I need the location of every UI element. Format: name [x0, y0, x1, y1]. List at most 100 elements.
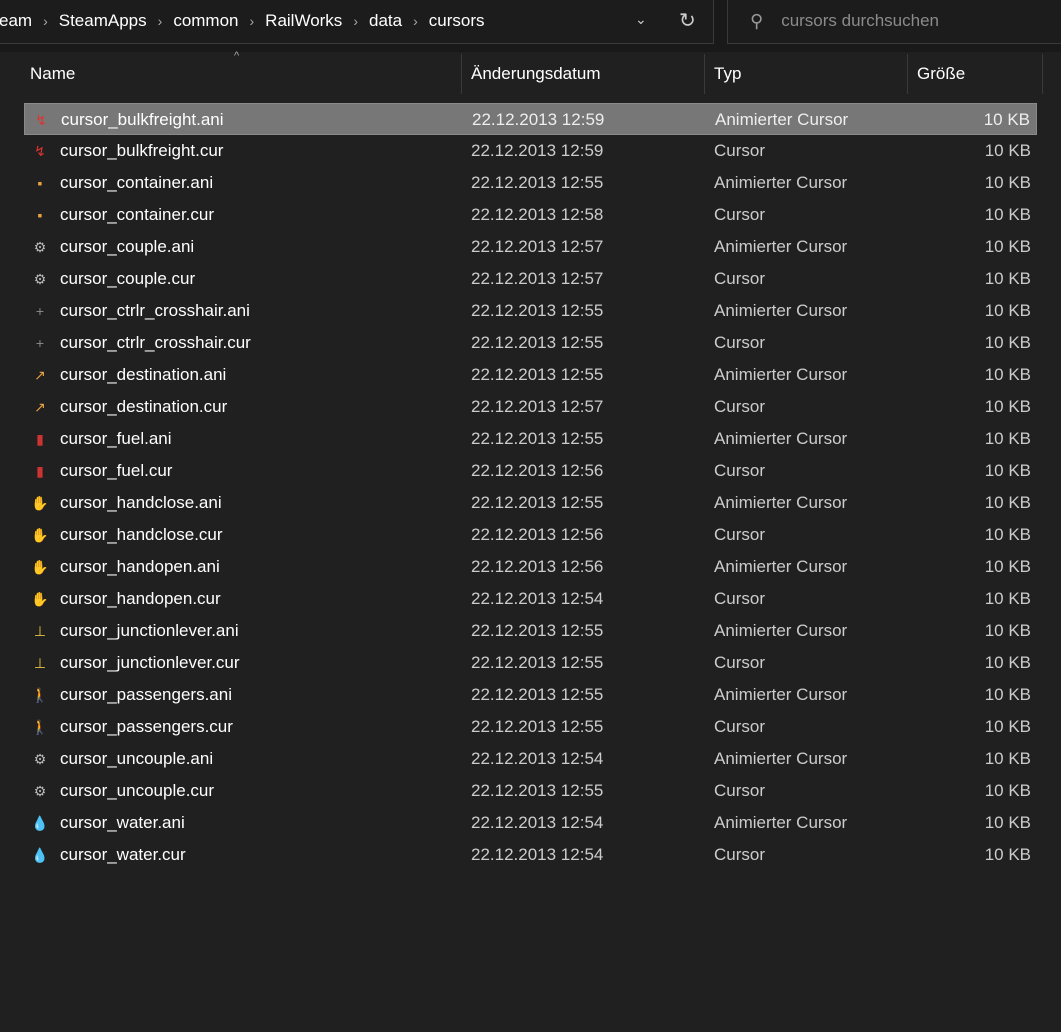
file-row[interactable]: ▪ cursor_container.ani 22.12.2013 12:55 … — [24, 167, 1037, 199]
column-size[interactable]: Größe — [917, 52, 965, 96]
file-type: Animierter Cursor — [714, 237, 848, 256]
lever-cursor-icon: ⊥ — [33, 655, 47, 671]
file-name[interactable]: cursor_passengers.ani — [60, 679, 232, 711]
file-row[interactable]: 🚶 cursor_passengers.ani 22.12.2013 12:55… — [24, 679, 1037, 711]
file-size: 10 KB — [984, 429, 1031, 448]
address-bar[interactable]: eam › SteamApps › common › RailWorks › data ›… — [0, 0, 714, 44]
file-type: Cursor — [714, 525, 766, 544]
file-row[interactable]: ✋ cursor_handopen.cur 22.12.2013 12:54 C… — [24, 583, 1037, 615]
file-row[interactable]: ▮ cursor_fuel.ani 22.12.2013 12:55 Animi… — [24, 423, 1037, 455]
file-size: 10 KB — [984, 397, 1031, 416]
file-name[interactable]: cursor_container.cur — [60, 199, 214, 231]
file-size: 10 KB — [984, 781, 1031, 800]
file-type: Cursor — [714, 333, 766, 352]
file-row[interactable]: ↯ cursor_bulkfreight.cur 22.12.2013 12:5… — [24, 135, 1037, 167]
chevron-right-icon[interactable]: › — [158, 13, 163, 29]
file-name[interactable]: cursor_destination.cur — [60, 391, 227, 423]
file-row[interactable]: ↗ cursor_destination.ani 22.12.2013 12:5… — [24, 359, 1037, 391]
file-row[interactable]: + cursor_ctrlr_crosshair.ani 22.12.2013 … — [24, 295, 1037, 327]
file-type: Cursor — [714, 269, 766, 288]
file-name[interactable]: cursor_ctrlr_crosshair.cur — [60, 327, 251, 359]
file-name[interactable]: cursor_bulkfreight.ani — [61, 104, 224, 136]
uncouple-cursor-icon: ⚙ — [33, 783, 47, 799]
search-icon: ⚲ — [750, 10, 764, 31]
breadcrumb-item[interactable]: SteamApps — [59, 11, 147, 31]
file-date: 22.12.2013 12:57 — [471, 269, 604, 288]
file-row[interactable]: ⚙ cursor_couple.ani 22.12.2013 12:57 Ani… — [24, 231, 1037, 263]
column-divider[interactable] — [461, 54, 462, 94]
file-type: Animierter Cursor — [714, 301, 848, 320]
file-name[interactable]: cursor_ctrlr_crosshair.ani — [60, 295, 250, 327]
file-name[interactable]: cursor_couple.cur — [60, 263, 195, 295]
file-size: 10 KB — [984, 685, 1031, 704]
file-date: 22.12.2013 12:55 — [471, 685, 604, 704]
column-name[interactable]: Name — [30, 52, 75, 96]
file-name[interactable]: cursor_bulkfreight.cur — [60, 135, 223, 167]
file-row[interactable]: ⚙ cursor_couple.cur 22.12.2013 12:57 Cur… — [24, 263, 1037, 295]
column-divider[interactable] — [704, 54, 705, 94]
file-date: 22.12.2013 12:54 — [471, 845, 604, 864]
chevron-right-icon[interactable]: › — [413, 13, 418, 29]
file-row[interactable]: ✋ cursor_handclose.ani 22.12.2013 12:55 … — [24, 487, 1037, 519]
file-row[interactable]: ⊥ cursor_junctionlever.ani 22.12.2013 12… — [24, 615, 1037, 647]
chevron-right-icon[interactable]: › — [353, 13, 358, 29]
file-name[interactable]: cursor_handopen.ani — [60, 551, 220, 583]
destination-cursor-icon: ↗ — [34, 399, 46, 415]
file-row[interactable]: ✋ cursor_handclose.cur 22.12.2013 12:56 … — [24, 519, 1037, 551]
hand-cursor-icon: ✋ — [31, 527, 49, 543]
file-row[interactable]: 💧 cursor_water.ani 22.12.2013 12:54 Anim… — [24, 807, 1037, 839]
file-row[interactable]: 💧 cursor_water.cur 22.12.2013 12:54 Curs… — [24, 839, 1037, 871]
file-row[interactable]: ⚙ cursor_uncouple.ani 22.12.2013 12:54 A… — [24, 743, 1037, 775]
file-name[interactable]: cursor_handclose.ani — [60, 487, 222, 519]
refresh-icon[interactable]: ↻ — [679, 8, 696, 33]
search-box[interactable]: ⚲ cursors durchsuchen — [727, 0, 1061, 44]
destination-cursor-icon: ↗ — [34, 367, 46, 383]
breadcrumb-item[interactable]: eam — [0, 11, 32, 31]
file-date: 22.12.2013 12:55 — [471, 781, 604, 800]
chevron-right-icon[interactable]: › — [43, 13, 48, 29]
file-name[interactable]: cursor_couple.ani — [60, 231, 194, 263]
breadcrumb-item[interactable]: RailWorks — [265, 11, 342, 31]
file-row[interactable]: + cursor_ctrlr_crosshair.cur 22.12.2013 … — [24, 327, 1037, 359]
chevron-right-icon[interactable]: › — [250, 13, 255, 29]
column-divider[interactable] — [907, 54, 908, 94]
file-row[interactable]: 🚶 cursor_passengers.cur 22.12.2013 12:55… — [24, 711, 1037, 743]
file-name[interactable]: cursor_destination.ani — [60, 359, 226, 391]
file-name[interactable]: cursor_passengers.cur — [60, 711, 233, 743]
file-name[interactable]: cursor_handclose.cur — [60, 519, 223, 551]
file-type: Animierter Cursor — [715, 110, 849, 129]
container-cursor-icon: ▪ — [37, 175, 43, 191]
breadcrumb-item[interactable]: cursors — [429, 11, 485, 31]
file-name[interactable]: cursor_fuel.cur — [60, 455, 172, 487]
file-name[interactable]: cursor_junctionlever.ani — [60, 615, 239, 647]
couple-cursor-icon: ⚙ — [33, 239, 47, 255]
sort-ascending-icon: ^ — [234, 50, 240, 62]
file-row[interactable]: ⊥ cursor_junctionlever.cur 22.12.2013 12… — [24, 647, 1037, 679]
file-name[interactable]: cursor_handopen.cur — [60, 583, 221, 615]
file-row[interactable]: ↗ cursor_destination.cur 22.12.2013 12:5… — [24, 391, 1037, 423]
file-row[interactable]: ⚙ cursor_uncouple.cur 22.12.2013 12:55 C… — [24, 775, 1037, 807]
breadcrumb-item[interactable]: common — [173, 11, 238, 31]
file-name[interactable]: cursor_fuel.ani — [60, 423, 172, 455]
chevron-down-icon[interactable]: ⌄ — [635, 11, 647, 28]
bulkfreight-cursor-icon: ↯ — [35, 112, 47, 128]
file-size: 10 KB — [984, 525, 1031, 544]
file-date: 22.12.2013 12:55 — [471, 333, 604, 352]
file-row[interactable]: ↯ cursor_bulkfreight.ani 22.12.2013 12:5… — [24, 103, 1037, 135]
search-input[interactable]: cursors durchsuchen — [781, 11, 939, 31]
file-name[interactable]: cursor_container.ani — [60, 167, 213, 199]
column-divider[interactable] — [1042, 54, 1043, 94]
file-name[interactable]: cursor_junctionlever.cur — [60, 647, 240, 679]
file-type: Animierter Cursor — [714, 557, 848, 576]
file-name[interactable]: cursor_water.cur — [60, 839, 186, 871]
file-row[interactable]: ✋ cursor_handopen.ani 22.12.2013 12:56 A… — [24, 551, 1037, 583]
file-name[interactable]: cursor_uncouple.ani — [60, 743, 213, 775]
file-row[interactable]: ▪ cursor_container.cur 22.12.2013 12:58 … — [24, 199, 1037, 231]
file-name[interactable]: cursor_uncouple.cur — [60, 775, 214, 807]
column-date[interactable]: Änderungsdatum — [471, 52, 600, 96]
file-row[interactable]: ▮ cursor_fuel.cur 22.12.2013 12:56 Curso… — [24, 455, 1037, 487]
column-type[interactable]: Typ — [714, 52, 741, 96]
breadcrumb-item[interactable]: data — [369, 11, 402, 31]
file-date: 22.12.2013 12:56 — [471, 461, 604, 480]
file-name[interactable]: cursor_water.ani — [60, 807, 185, 839]
